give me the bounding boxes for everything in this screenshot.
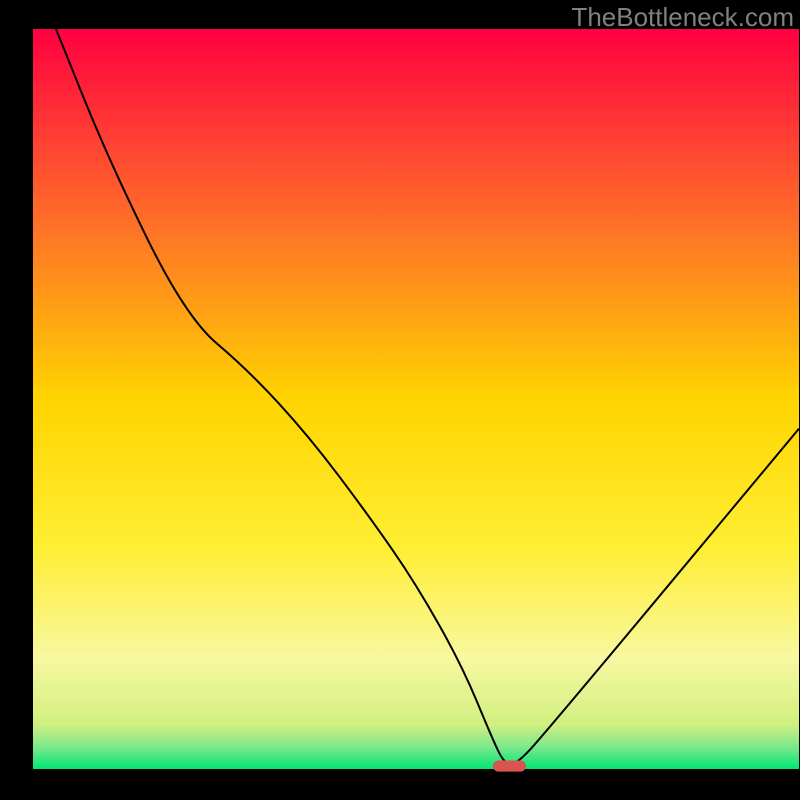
optimal-marker xyxy=(493,760,526,771)
chart-svg xyxy=(0,0,800,800)
chart-container: TheBottleneck.com xyxy=(0,0,800,800)
plot-background xyxy=(33,29,799,769)
watermark-text: TheBottleneck.com xyxy=(571,2,794,33)
